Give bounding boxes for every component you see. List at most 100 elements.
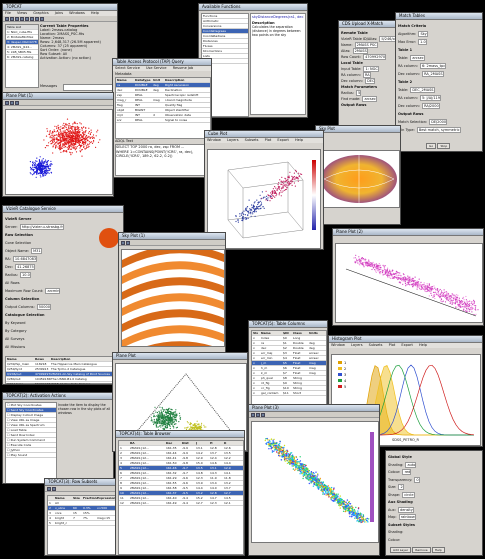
grid-icon[interactable] bbox=[256, 413, 260, 417]
grid-icon[interactable] bbox=[126, 241, 130, 245]
plot-icon[interactable] bbox=[30, 17, 34, 21]
menu-windows[interactable]: Windows bbox=[69, 11, 85, 15]
grid-icon[interactable] bbox=[10, 101, 14, 105]
form-value[interactable]: circle bbox=[402, 491, 415, 498]
form-value[interactable]: arcmin bbox=[45, 288, 61, 294]
form-value[interactable]: M31 bbox=[31, 248, 42, 254]
form-value[interactable]: 5: J/AJ/119 bbox=[419, 95, 442, 101]
tab-resume-job[interactable]: Resume Job bbox=[173, 66, 194, 70]
density-point bbox=[290, 452, 293, 454]
menu-graphics[interactable]: Graphics bbox=[33, 11, 48, 15]
form-value[interactable]: arcsec bbox=[410, 55, 425, 61]
density-point bbox=[435, 291, 437, 293]
export-icon[interactable] bbox=[261, 413, 265, 417]
scatter-plot[interactable] bbox=[5, 109, 113, 195]
form-value[interactable]: 470992970 bbox=[362, 54, 387, 60]
column-row[interactable]: x gal_contam $11 Short bbox=[252, 391, 326, 396]
red-point bbox=[88, 136, 90, 138]
remove-subset-icon[interactable] bbox=[52, 487, 56, 491]
zoom-icon[interactable] bbox=[251, 413, 255, 417]
form-value[interactable]: RAJ2000 bbox=[421, 103, 440, 109]
menu-plot[interactable]: Plot bbox=[265, 138, 272, 142]
menu-layers[interactable]: Layers bbox=[227, 138, 239, 142]
tab-select-service[interactable]: Select Service bbox=[115, 66, 140, 70]
form-value[interactable]: 6: 2mass_tpc bbox=[419, 63, 447, 69]
menu-window[interactable]: Window bbox=[331, 343, 345, 347]
export-icon[interactable] bbox=[15, 101, 19, 105]
menu-subsets[interactable]: Subsets bbox=[369, 343, 383, 347]
table-list-item[interactable]: 6: 2MASS-catalog bbox=[6, 55, 38, 60]
sky-icon[interactable] bbox=[35, 17, 39, 21]
table-row[interactable]: 12 2MASS J12... 161.49 -9.4 12.7 12.3 12.1 bbox=[119, 501, 243, 506]
blue-point bbox=[43, 165, 45, 167]
table-cell: deg bbox=[153, 83, 159, 87]
menu-help[interactable]: Help bbox=[295, 138, 303, 142]
table-cell: 14.2 bbox=[196, 451, 203, 455]
go-button[interactable]: Go bbox=[426, 143, 437, 149]
form-value[interactable]: density bbox=[397, 506, 414, 513]
add-layer-button[interactable]: Add Layer bbox=[390, 547, 412, 553]
rainbow-plot[interactable] bbox=[251, 421, 379, 543]
form-value[interactable]: http://vizier.u-strasbg.fr bbox=[19, 224, 64, 230]
menu-export[interactable]: Export bbox=[401, 343, 412, 347]
legend-label: 1 bbox=[344, 361, 346, 365]
contour-point bbox=[161, 417, 163, 419]
table-cell: 12.8 bbox=[210, 491, 217, 495]
form-value[interactable]: red bbox=[402, 469, 412, 475]
menu-export[interactable]: Export bbox=[277, 138, 288, 142]
form-value[interactable]: DEJ2000 bbox=[429, 119, 448, 125]
match-buttons: Go Stop bbox=[426, 143, 451, 149]
form-value[interactable]: 41.26875 bbox=[14, 264, 35, 270]
zoom-icon[interactable] bbox=[121, 241, 125, 245]
tab-use-service[interactable]: Use Service bbox=[146, 66, 167, 70]
menu-window[interactable]: Window bbox=[207, 138, 221, 142]
subset-row[interactable]: 5 bright_c bbox=[48, 521, 122, 526]
density-point bbox=[351, 505, 353, 507]
form-value[interactable]: 10.6847083 bbox=[12, 256, 38, 262]
menu-help[interactable]: Help bbox=[91, 11, 99, 15]
menu-views[interactable]: Views bbox=[17, 11, 27, 15]
aitoff-plot[interactable] bbox=[318, 150, 400, 208]
zoom-icon[interactable] bbox=[5, 101, 9, 105]
form-value[interactable]: rainbow bbox=[398, 514, 416, 520]
form-value[interactable]: 0 bbox=[414, 476, 420, 483]
form-value[interactable]: Sky bbox=[418, 31, 428, 37]
density-plot[interactable] bbox=[335, 243, 483, 323]
sky-plot[interactable] bbox=[121, 249, 225, 347]
form-value[interactable]: 2 bbox=[398, 484, 404, 490]
table-columns-window: TOPCAT(5): Table Columns Vis Name $ID Class… bbox=[248, 320, 328, 410]
save-icon[interactable] bbox=[10, 17, 14, 21]
red-point bbox=[68, 145, 70, 147]
red-point bbox=[69, 127, 71, 129]
form-value[interactable]: 50000 bbox=[36, 304, 51, 310]
menu-subsets[interactable]: Subsets bbox=[245, 138, 259, 142]
table-icon[interactable] bbox=[20, 17, 24, 21]
columns-icon[interactable] bbox=[25, 17, 29, 21]
form-value[interactable]: RA_2MASS bbox=[421, 71, 444, 77]
open-icon[interactable] bbox=[5, 17, 9, 21]
red-point bbox=[85, 127, 87, 129]
remove-button[interactable]: Remove bbox=[412, 547, 431, 553]
form-value[interactable]: Best match, symmetric bbox=[416, 127, 461, 133]
info-icon[interactable] bbox=[15, 17, 19, 21]
form-value[interactable]: 1.0 bbox=[418, 39, 427, 45]
stop-button[interactable]: Stop bbox=[437, 143, 451, 149]
action-item[interactable]: ☐ Play Sound bbox=[6, 453, 56, 458]
density-point bbox=[365, 521, 367, 523]
add-subset-icon[interactable] bbox=[47, 487, 51, 491]
form-value[interactable]: auto bbox=[405, 461, 417, 468]
menu-plot[interactable]: Plot bbox=[389, 343, 396, 347]
adql-text[interactable]: SELECT TOP 2000 ra, dec, zsp FROM ... WH… bbox=[115, 144, 209, 176]
menu-help[interactable]: Help bbox=[419, 343, 427, 347]
form-value[interactable]: DEC_2MASS bbox=[410, 87, 435, 93]
help-button[interactable]: Help bbox=[431, 547, 445, 553]
match-icon[interactable] bbox=[40, 17, 44, 21]
table-row[interactable]: snr REAL Signal to noise bbox=[116, 118, 210, 123]
menu-file[interactable]: File bbox=[5, 11, 11, 15]
menu-layers[interactable]: Layers bbox=[351, 343, 363, 347]
form-value[interactable]: 10.0 bbox=[19, 272, 31, 278]
form-label: RA: bbox=[5, 257, 11, 261]
catalogue-row[interactable]: II/311/wise 563921584 WISE All-Sky Data Re… bbox=[6, 382, 122, 384]
density-point bbox=[349, 515, 351, 518]
menu-joins[interactable]: Joins bbox=[55, 11, 63, 15]
